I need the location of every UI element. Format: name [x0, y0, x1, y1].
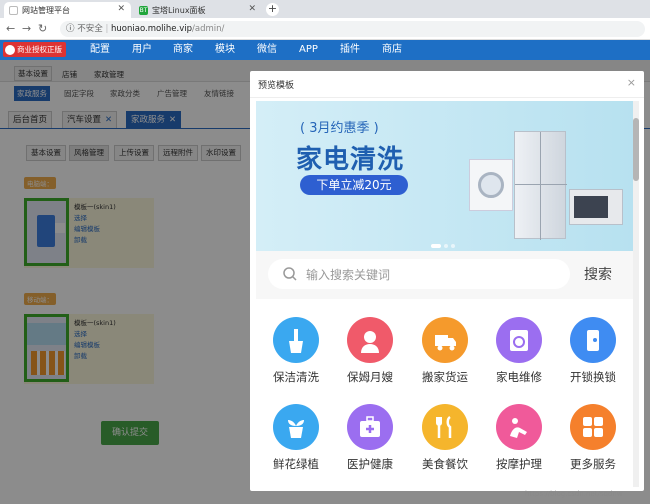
close-icon[interactable]: ✕: [117, 4, 125, 14]
service-item[interactable]: 医护健康: [338, 404, 402, 472]
forward-arrow-icon[interactable]: →: [22, 22, 31, 35]
massage-icon: [496, 404, 542, 450]
nanny-icon: [347, 317, 393, 363]
page-favicon-icon: [9, 5, 18, 15]
nav-item-config[interactable]: 配置: [90, 40, 110, 60]
search-button[interactable]: 搜索: [584, 264, 612, 284]
washer-illustration: [469, 159, 513, 211]
search-icon: [283, 267, 297, 281]
service-label: 按摩护理: [496, 457, 542, 471]
banner-discount: 下单立减20元: [300, 175, 408, 195]
nav-item-merchants[interactable]: 商家: [173, 40, 193, 60]
modal-header: 预览模板 ×: [250, 71, 644, 98]
service-label: 保姆月嫂: [347, 370, 393, 384]
license-badge: 商业授权正版: [3, 42, 66, 57]
bt-favicon-icon: BT: [139, 5, 148, 15]
service-label: 美食餐饮: [422, 457, 468, 471]
lock-icon: [570, 317, 616, 363]
back-arrow-icon[interactable]: ←: [6, 22, 15, 35]
service-item[interactable]: 开锁换锁: [561, 317, 625, 385]
browser-tab-bar: 网站管理平台 ✕ BT 宝塔Linux面板 ✕ +: [0, 0, 650, 18]
service-label: 搬家货运: [422, 370, 468, 384]
modal-title: 预览模板: [258, 81, 295, 91]
plant-icon: [273, 404, 319, 450]
top-nav: 商业授权正版 配置 用户 商家 模块 微信 APP 插件 商店: [0, 40, 650, 60]
banner-headline: 家电清洗: [296, 145, 405, 175]
service-item[interactable]: 保洁清洗: [264, 317, 328, 385]
browser-tab-title: 宝塔Linux面板: [152, 5, 206, 15]
truck-icon: [422, 317, 468, 363]
service-label: 家电维修: [496, 370, 542, 384]
search-row: 输入搜索关键词 搜索: [256, 251, 633, 299]
browser-tab-admin[interactable]: 网站管理平台 ✕: [4, 2, 131, 18]
url-path: /admin/: [192, 24, 225, 34]
search-placeholder: 输入搜索关键词: [306, 268, 391, 282]
nav-item-plugins[interactable]: 插件: [340, 40, 360, 60]
medkit-icon: [347, 404, 393, 450]
nav-item-modules[interactable]: 模块: [215, 40, 235, 60]
new-tab-button[interactable]: +: [266, 3, 279, 16]
service-item[interactable]: 鲜花绿植: [264, 404, 328, 472]
service-label: 医护健康: [347, 457, 393, 471]
browser-tab-bt[interactable]: BT 宝塔Linux面板 ✕: [134, 2, 262, 18]
service-item[interactable]: 按摩护理: [487, 404, 551, 472]
nav-item-store[interactable]: 商店: [382, 40, 402, 60]
banner-dots: [431, 241, 457, 248]
washer-icon: [496, 317, 542, 363]
address-bar: ← → ↻ ⓘ 不安全 | huoniao.molihe.vip/admin/: [0, 18, 650, 40]
browser-tab-title: 网站管理平台: [22, 5, 70, 15]
broom-icon: [273, 317, 319, 363]
grid-icon: [570, 404, 616, 450]
close-icon[interactable]: ✕: [248, 4, 256, 14]
fridge-illustration: [514, 131, 567, 240]
cutlery-icon: [422, 404, 468, 450]
reload-icon[interactable]: ↻: [38, 22, 47, 35]
service-label: 更多服务: [570, 457, 616, 471]
info-icon[interactable]: ⓘ: [66, 24, 75, 34]
service-label: 开锁换锁: [570, 370, 616, 384]
microwave-illustration: [569, 189, 623, 225]
scrollbar-thumb[interactable]: [633, 118, 639, 181]
url-host: huoniao.molihe.vip: [111, 24, 193, 34]
service-item[interactable]: 家电维修: [487, 317, 551, 385]
watermark: https://blog.csdn.net/sqdnw: [525, 490, 623, 498]
service-item[interactable]: 更多服务: [561, 404, 625, 472]
close-icon[interactable]: ×: [627, 76, 636, 89]
url-field[interactable]: ⓘ 不安全 | huoniao.molihe.vip/admin/: [60, 21, 645, 37]
nav-item-app[interactable]: APP: [299, 40, 318, 60]
brand-logo-icon: [5, 45, 15, 55]
service-item[interactable]: 搬家货运: [413, 317, 477, 385]
nav-item-wechat[interactable]: 微信: [257, 40, 277, 60]
service-label: 鲜花绿植: [273, 457, 319, 471]
service-item[interactable]: 美食餐饮: [413, 404, 477, 472]
service-item[interactable]: 保姆月嫂: [338, 317, 402, 385]
banner-line1: ( 3月约惠季 ): [300, 121, 379, 136]
search-input[interactable]: 输入搜索关键词: [268, 259, 570, 289]
nav-item-users[interactable]: 用户: [132, 40, 152, 60]
preview-modal: 预览模板 × ( 3月约惠季 ) 家电清洗 下单立减20元 输入搜索关键词 搜索…: [250, 71, 644, 491]
security-label: 不安全: [77, 24, 103, 34]
promo-banner[interactable]: ( 3月约惠季 ) 家电清洗 下单立减20元: [256, 101, 633, 251]
service-label: 保洁清洗: [273, 370, 319, 384]
